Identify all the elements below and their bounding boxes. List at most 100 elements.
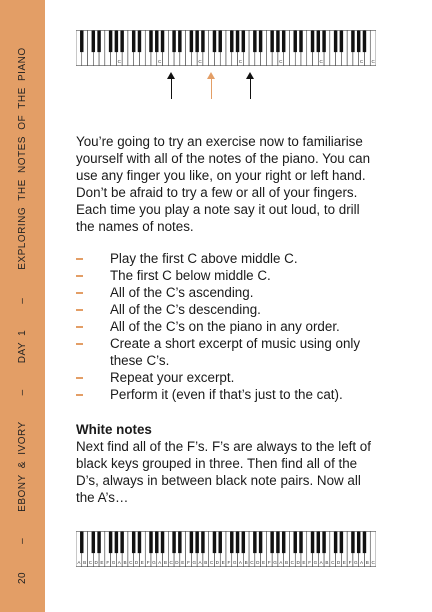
key-label: E <box>181 560 184 565</box>
chapter-title: EXPLORING THE NOTES OF THE PIANO <box>17 47 28 270</box>
key-label: B <box>204 560 207 565</box>
bottom-piano-keyboard: ABCDEFGABCDEFGABCDEFGABCDEFGABCDEFGABCDE… <box>76 531 376 567</box>
black-key <box>339 30 344 53</box>
black-key <box>270 30 274 53</box>
key-label: F <box>308 560 311 565</box>
black-key <box>362 531 367 554</box>
black-key <box>333 531 338 554</box>
black-key <box>149 30 153 53</box>
black-key <box>120 30 124 53</box>
black-key <box>235 531 240 554</box>
black-key <box>218 531 222 554</box>
black-key <box>276 30 280 53</box>
black-key <box>155 531 159 554</box>
black-key <box>281 30 286 53</box>
key-label: B <box>245 560 248 565</box>
black-key <box>97 531 101 554</box>
black-key <box>351 30 355 53</box>
black-key <box>201 531 205 554</box>
up-arrow-icon <box>165 72 179 100</box>
black-key <box>356 531 361 554</box>
black-key <box>258 30 263 53</box>
black-key <box>160 30 165 53</box>
key-label: G <box>354 560 358 565</box>
list-item: All of the C’s ascending. <box>76 284 376 301</box>
bullet-dash-icon <box>76 292 83 294</box>
key-label: F <box>227 560 230 565</box>
black-key <box>201 30 205 53</box>
black-key <box>339 531 344 554</box>
black-key <box>131 531 136 554</box>
separator: – <box>17 389 28 396</box>
black-key <box>108 531 113 554</box>
day-label: DAY 1 <box>17 329 28 364</box>
list-item: Perform it (even if that’s just to the c… <box>76 386 376 403</box>
black-key <box>195 531 199 554</box>
up-arrow-middle-c-icon <box>205 72 219 100</box>
black-key <box>137 531 142 554</box>
black-key <box>172 30 176 53</box>
black-key <box>235 30 240 53</box>
black-key <box>155 30 159 53</box>
black-key <box>310 30 315 53</box>
black-key <box>131 30 136 53</box>
running-header: 20 – EBONY & IVORY – DAY 1 – EXPLORING T… <box>0 0 45 612</box>
black-key <box>114 531 119 554</box>
black-key <box>253 531 257 554</box>
top-keyboard-graphic: CCCCCCCC <box>76 30 376 66</box>
key-label: E <box>100 560 103 565</box>
black-key <box>322 30 326 53</box>
black-key <box>241 531 246 554</box>
black-key <box>333 30 338 53</box>
key-label: B <box>285 560 288 565</box>
key-label: G <box>192 560 196 565</box>
black-key <box>293 531 297 554</box>
black-key <box>230 30 234 53</box>
black-key <box>195 30 199 53</box>
bullet-dash-icon <box>76 343 83 345</box>
black-key <box>241 30 246 53</box>
up-arrow-icon <box>244 72 258 100</box>
book-title: EBONY & IVORY <box>17 421 28 512</box>
black-key <box>149 531 153 554</box>
list-item: The first C below middle C. <box>76 267 376 284</box>
bullet-dash-icon <box>76 258 83 260</box>
bottom-keyboard-graphic: ABCDEFGABCDEFGABCDEFGABCDEFGABCDEFGABCDE… <box>76 531 376 567</box>
black-key <box>80 531 84 554</box>
key-label: E <box>343 560 346 565</box>
black-key <box>160 531 165 554</box>
black-key <box>270 531 274 554</box>
black-key <box>108 30 113 53</box>
black-key <box>114 30 119 53</box>
black-key <box>91 30 96 53</box>
intro-paragraph: You’re going to try an exercise now to f… <box>76 134 371 234</box>
list-item: Repeat your excerpt. <box>76 369 376 386</box>
key-label: G <box>233 560 237 565</box>
key-label: B <box>83 560 86 565</box>
key-label: E <box>141 560 144 565</box>
separator: – <box>17 537 28 544</box>
page-number: 20 <box>17 571 28 584</box>
key-label: F <box>187 560 190 565</box>
white-notes-paragraph: Next find all of the F’s. F’s are always… <box>76 439 371 505</box>
key-label: G <box>112 560 116 565</box>
exercise-steps: Play the first C above middle C. The fir… <box>76 250 376 403</box>
key-label: F <box>106 560 109 565</box>
black-key <box>258 531 263 554</box>
black-key <box>178 531 182 554</box>
bullet-dash-icon <box>76 326 83 328</box>
black-key <box>172 531 176 554</box>
key-label: B <box>164 560 167 565</box>
black-key <box>120 531 124 554</box>
key-label: E <box>302 560 305 565</box>
bullet-dash-icon <box>76 394 83 396</box>
separator: – <box>17 297 28 304</box>
arrow-group <box>160 72 270 100</box>
black-key <box>212 30 217 53</box>
key-label: E <box>222 560 225 565</box>
black-key <box>212 531 217 554</box>
black-key <box>299 531 303 554</box>
black-key <box>276 531 280 554</box>
list-item: Play the first C above middle C. <box>76 250 376 267</box>
key-label: E <box>262 560 265 565</box>
